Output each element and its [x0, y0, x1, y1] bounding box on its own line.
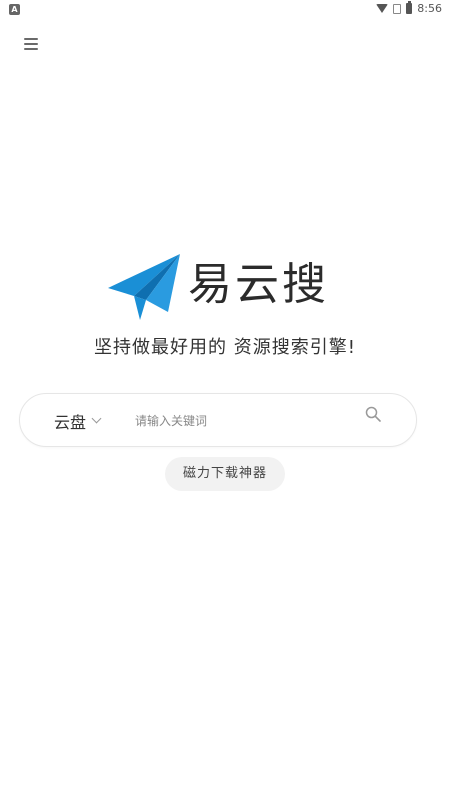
status-icons: 8:56: [376, 1, 442, 15]
status-bar: A 8:56: [0, 0, 450, 20]
notification-icon: A: [9, 4, 20, 15]
magnet-download-button[interactable]: 磁力下载神器: [165, 457, 285, 491]
search-icon[interactable]: [365, 406, 381, 422]
app-logo: 易云搜: [106, 252, 346, 324]
search-input[interactable]: [133, 408, 347, 434]
slogan: 坚持做最好用的 资源搜索引擎!: [94, 337, 356, 358]
hamburger-icon[interactable]: [24, 37, 38, 51]
battery-icon: [406, 1, 413, 14]
wifi-icon: [376, 4, 389, 13]
paper-plane-icon: [108, 254, 180, 320]
search-type-dropdown[interactable]: 云盘: [54, 409, 102, 433]
search-type-label: 云盘: [54, 413, 87, 432]
status-time: 8:56: [417, 2, 442, 15]
search-bar: 云盘: [19, 393, 417, 447]
app-name: 易云搜: [188, 259, 329, 310]
sim-icon: [393, 3, 402, 14]
chevron-down-icon: [91, 413, 102, 424]
